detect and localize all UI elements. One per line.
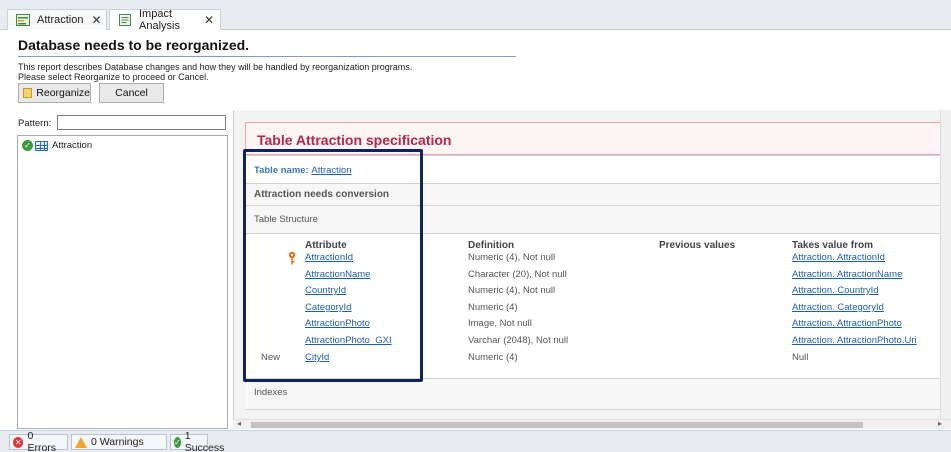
warning-icon — [75, 436, 87, 448]
takes-from-link[interactable]: Attraction. AttractionName — [792, 269, 902, 280]
column-header-takes-from: Takes value from — [792, 240, 873, 251]
warnings-button[interactable]: 0 Warnings — [71, 434, 167, 450]
success-button[interactable]: ✓ 1 Success — [170, 430, 224, 452]
definition-text: Numeric (4), Not null — [468, 285, 556, 296]
object-tree: ✓ Attraction — [17, 135, 228, 429]
vertical-scrollbar[interactable] — [940, 110, 951, 429]
errors-label: 0 Errors — [27, 430, 57, 452]
tree-item-attraction[interactable]: ✓ Attraction — [22, 140, 92, 151]
instruction-line: Please select Reorganize to proceed or C… — [18, 72, 209, 82]
tab-attraction[interactable]: Attraction ✕ — [7, 9, 107, 30]
scroll-left-icon[interactable]: ◂ — [237, 419, 241, 428]
close-icon[interactable]: ✕ — [204, 13, 214, 27]
scrollbar-thumb[interactable] — [251, 422, 863, 428]
description-line: This report describes Database changes a… — [18, 62, 413, 72]
status-bar: ✕ 0 Errors 0 Warnings ✓ 1 Success — [0, 430, 951, 452]
takes-from-link[interactable]: Attraction. CountryId — [792, 285, 879, 296]
warnings-label: 0 Warnings — [91, 436, 144, 448]
tab-impact-analysis-label: Impact Analysis — [139, 8, 180, 32]
reorganize-button[interactable]: Reorganize — [18, 83, 91, 103]
column-header-definition: Definition — [468, 240, 515, 251]
pattern-input[interactable] — [57, 115, 226, 130]
tree-item-label: Attraction — [52, 140, 93, 151]
close-icon[interactable]: ✕ — [91, 13, 101, 27]
indexes-label: Indexes — [254, 387, 288, 398]
scroll-right-icon[interactable]: ▸ — [938, 419, 942, 428]
errors-button[interactable]: ✕ 0 Errors — [9, 430, 68, 452]
transaction-icon — [16, 14, 30, 26]
indexes-section: Indexes — [245, 378, 951, 410]
error-icon: ✕ — [13, 436, 24, 448]
reorganize-icon — [23, 88, 33, 98]
definition-text: Character (20), Not null — [468, 269, 567, 280]
spec-title: Table Attraction specification — [257, 132, 452, 148]
takes-from-link[interactable]: Attraction. AttractionPhoto — [792, 318, 902, 329]
reorganize-label: Reorganize — [36, 87, 90, 99]
success-label: 1 Success — [184, 430, 225, 452]
tab-attraction-label: Attraction — [37, 14, 84, 26]
takes-from-link[interactable]: Attraction. AttractionPhoto.Uri — [792, 335, 917, 346]
table-icon — [35, 140, 48, 151]
definition-text: Numeric (4), Not null — [468, 252, 556, 263]
definition-text: Varchar (2048), Not null — [468, 335, 569, 346]
report-icon — [118, 14, 132, 26]
definition-text: Numeric (4) — [468, 302, 518, 313]
success-icon: ✓ — [174, 436, 181, 448]
takes-from-text: Null — [792, 352, 809, 363]
document-tab-bar: Attraction ✕ Impact Analysis ✕ — [0, 0, 951, 32]
horizontal-scrollbar[interactable]: ◂ ▸ — [233, 419, 951, 429]
cancel-button[interactable]: Cancel — [99, 83, 164, 103]
column-header-previous: Previous values — [659, 240, 736, 251]
definition-text: Numeric (4) — [468, 352, 518, 363]
pattern-label: Pattern: — [18, 118, 52, 129]
tab-impact-analysis[interactable]: Impact Analysis ✕ — [109, 8, 221, 32]
title-divider — [18, 56, 516, 57]
highlight-frame — [243, 149, 423, 382]
success-icon: ✓ — [22, 140, 33, 151]
takes-from-link[interactable]: Attraction. CategoryId — [792, 302, 884, 313]
definition-text: Image, Not null — [468, 318, 532, 329]
page-title: Database needs to be reorganized. — [18, 37, 250, 53]
description-text: This report describes Database changes a… — [18, 62, 438, 82]
takes-from-link[interactable]: Attraction. AttractionId — [792, 252, 885, 263]
